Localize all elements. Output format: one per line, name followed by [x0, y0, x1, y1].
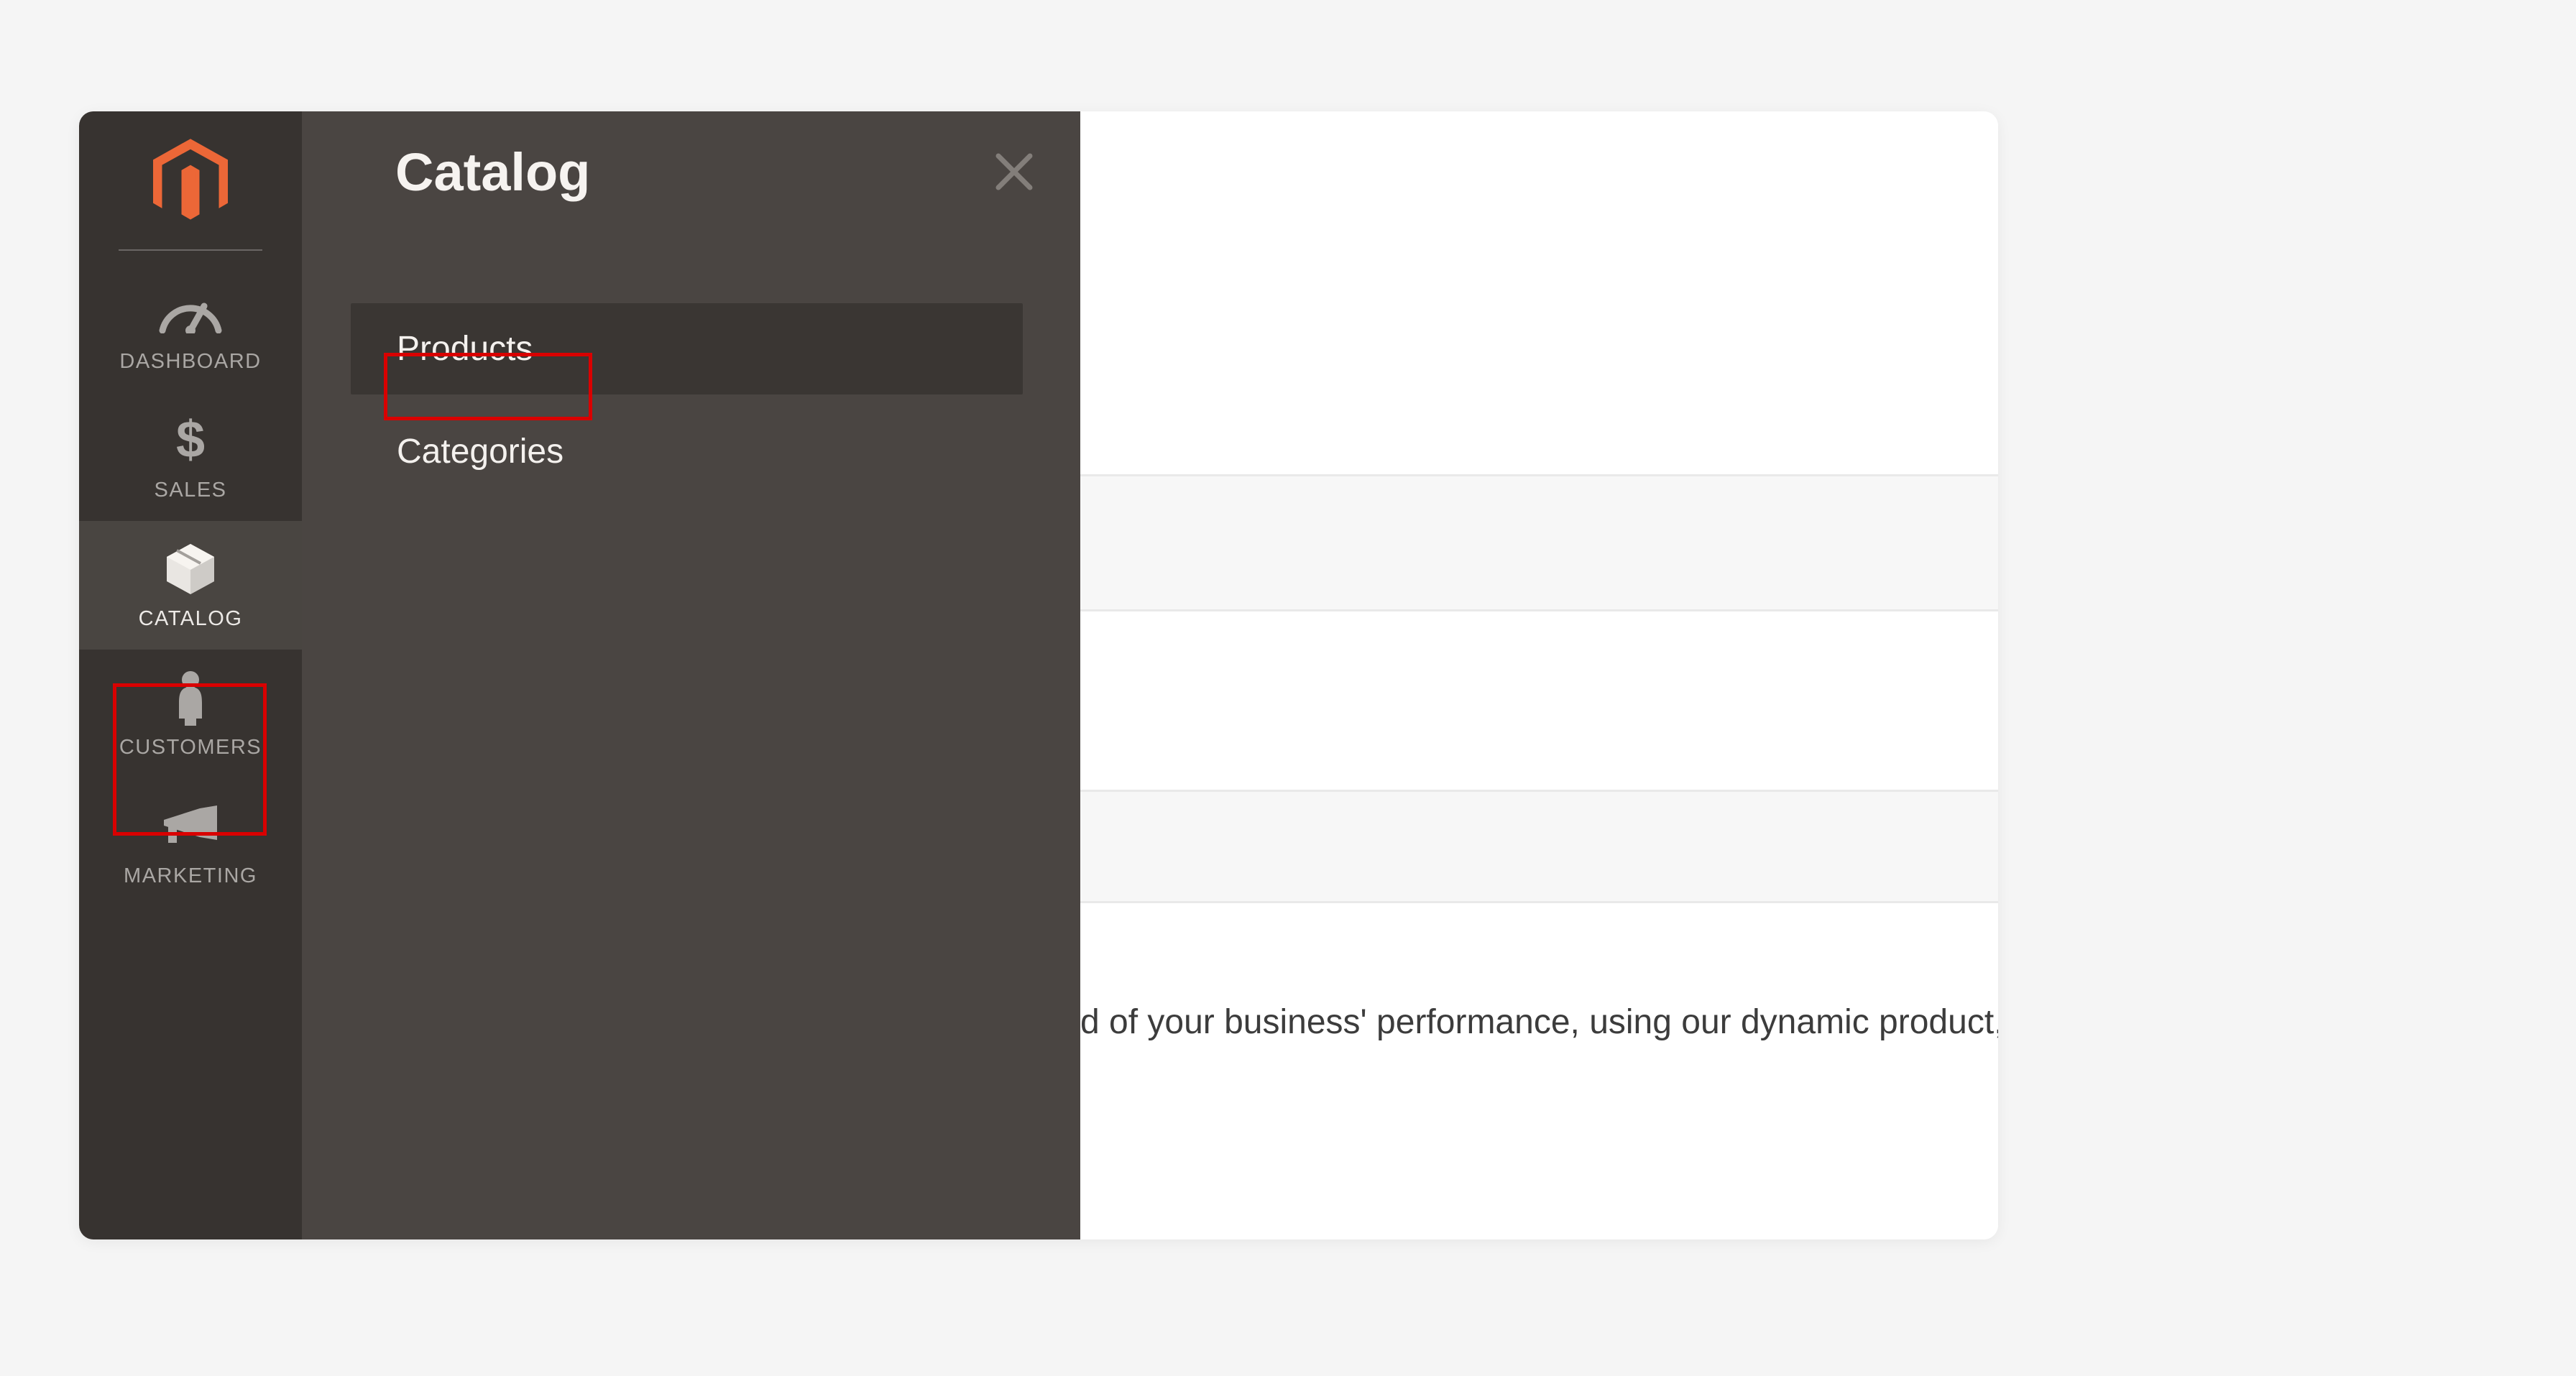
- flyout-header: Catalog: [302, 111, 1080, 203]
- sidebar-item-label: MARKETING: [124, 864, 257, 888]
- sidebar-item-label: DASHBOARD: [119, 350, 261, 374]
- dashboard-icon: [158, 284, 223, 340]
- main-content: d of your business' performance, using o…: [1080, 111, 1998, 1239]
- magento-logo[interactable]: [79, 126, 302, 249]
- sidebar-item-marketing[interactable]: MARKETING: [79, 778, 302, 907]
- flyout-item-label: Products: [397, 330, 533, 368]
- svg-text:$: $: [176, 412, 205, 468]
- flyout-item-categories[interactable]: Categories: [351, 406, 1023, 497]
- box-icon: [162, 541, 218, 597]
- flyout-items: Products Categories: [302, 303, 1080, 497]
- content-band: [1080, 790, 1998, 903]
- content-band: [1080, 476, 1998, 611]
- sidebar-item-customers[interactable]: CUSTOMERS: [79, 650, 302, 778]
- flyout-item-products[interactable]: Products: [351, 303, 1023, 394]
- close-button[interactable]: [993, 150, 1036, 197]
- app-frame: DASHBOARD $ SALES CATALOG: [79, 111, 1998, 1239]
- close-icon: [993, 150, 1036, 193]
- flyout-title: Catalog: [395, 142, 590, 203]
- flyout-item-label: Categories: [397, 433, 564, 471]
- content-text-snippet: d of your business' performance, using o…: [1080, 1002, 1998, 1042]
- sidebar-item-sales[interactable]: $ SALES: [79, 392, 302, 521]
- sidebar-item-dashboard[interactable]: DASHBOARD: [79, 264, 302, 392]
- sidebar: DASHBOARD $ SALES CATALOG: [79, 111, 302, 1239]
- sidebar-item-catalog[interactable]: CATALOG: [79, 521, 302, 650]
- dollar-icon: $: [172, 412, 208, 468]
- catalog-flyout: Catalog Products Categories: [302, 111, 1080, 1239]
- sidebar-item-label: CUSTOMERS: [119, 736, 262, 759]
- sidebar-divider: [119, 249, 262, 251]
- person-icon: [173, 670, 208, 726]
- sidebar-item-label: CATALOG: [139, 607, 243, 631]
- sidebar-item-label: SALES: [155, 479, 227, 502]
- megaphone-icon: [161, 798, 220, 854]
- magento-logo-icon: [153, 139, 228, 225]
